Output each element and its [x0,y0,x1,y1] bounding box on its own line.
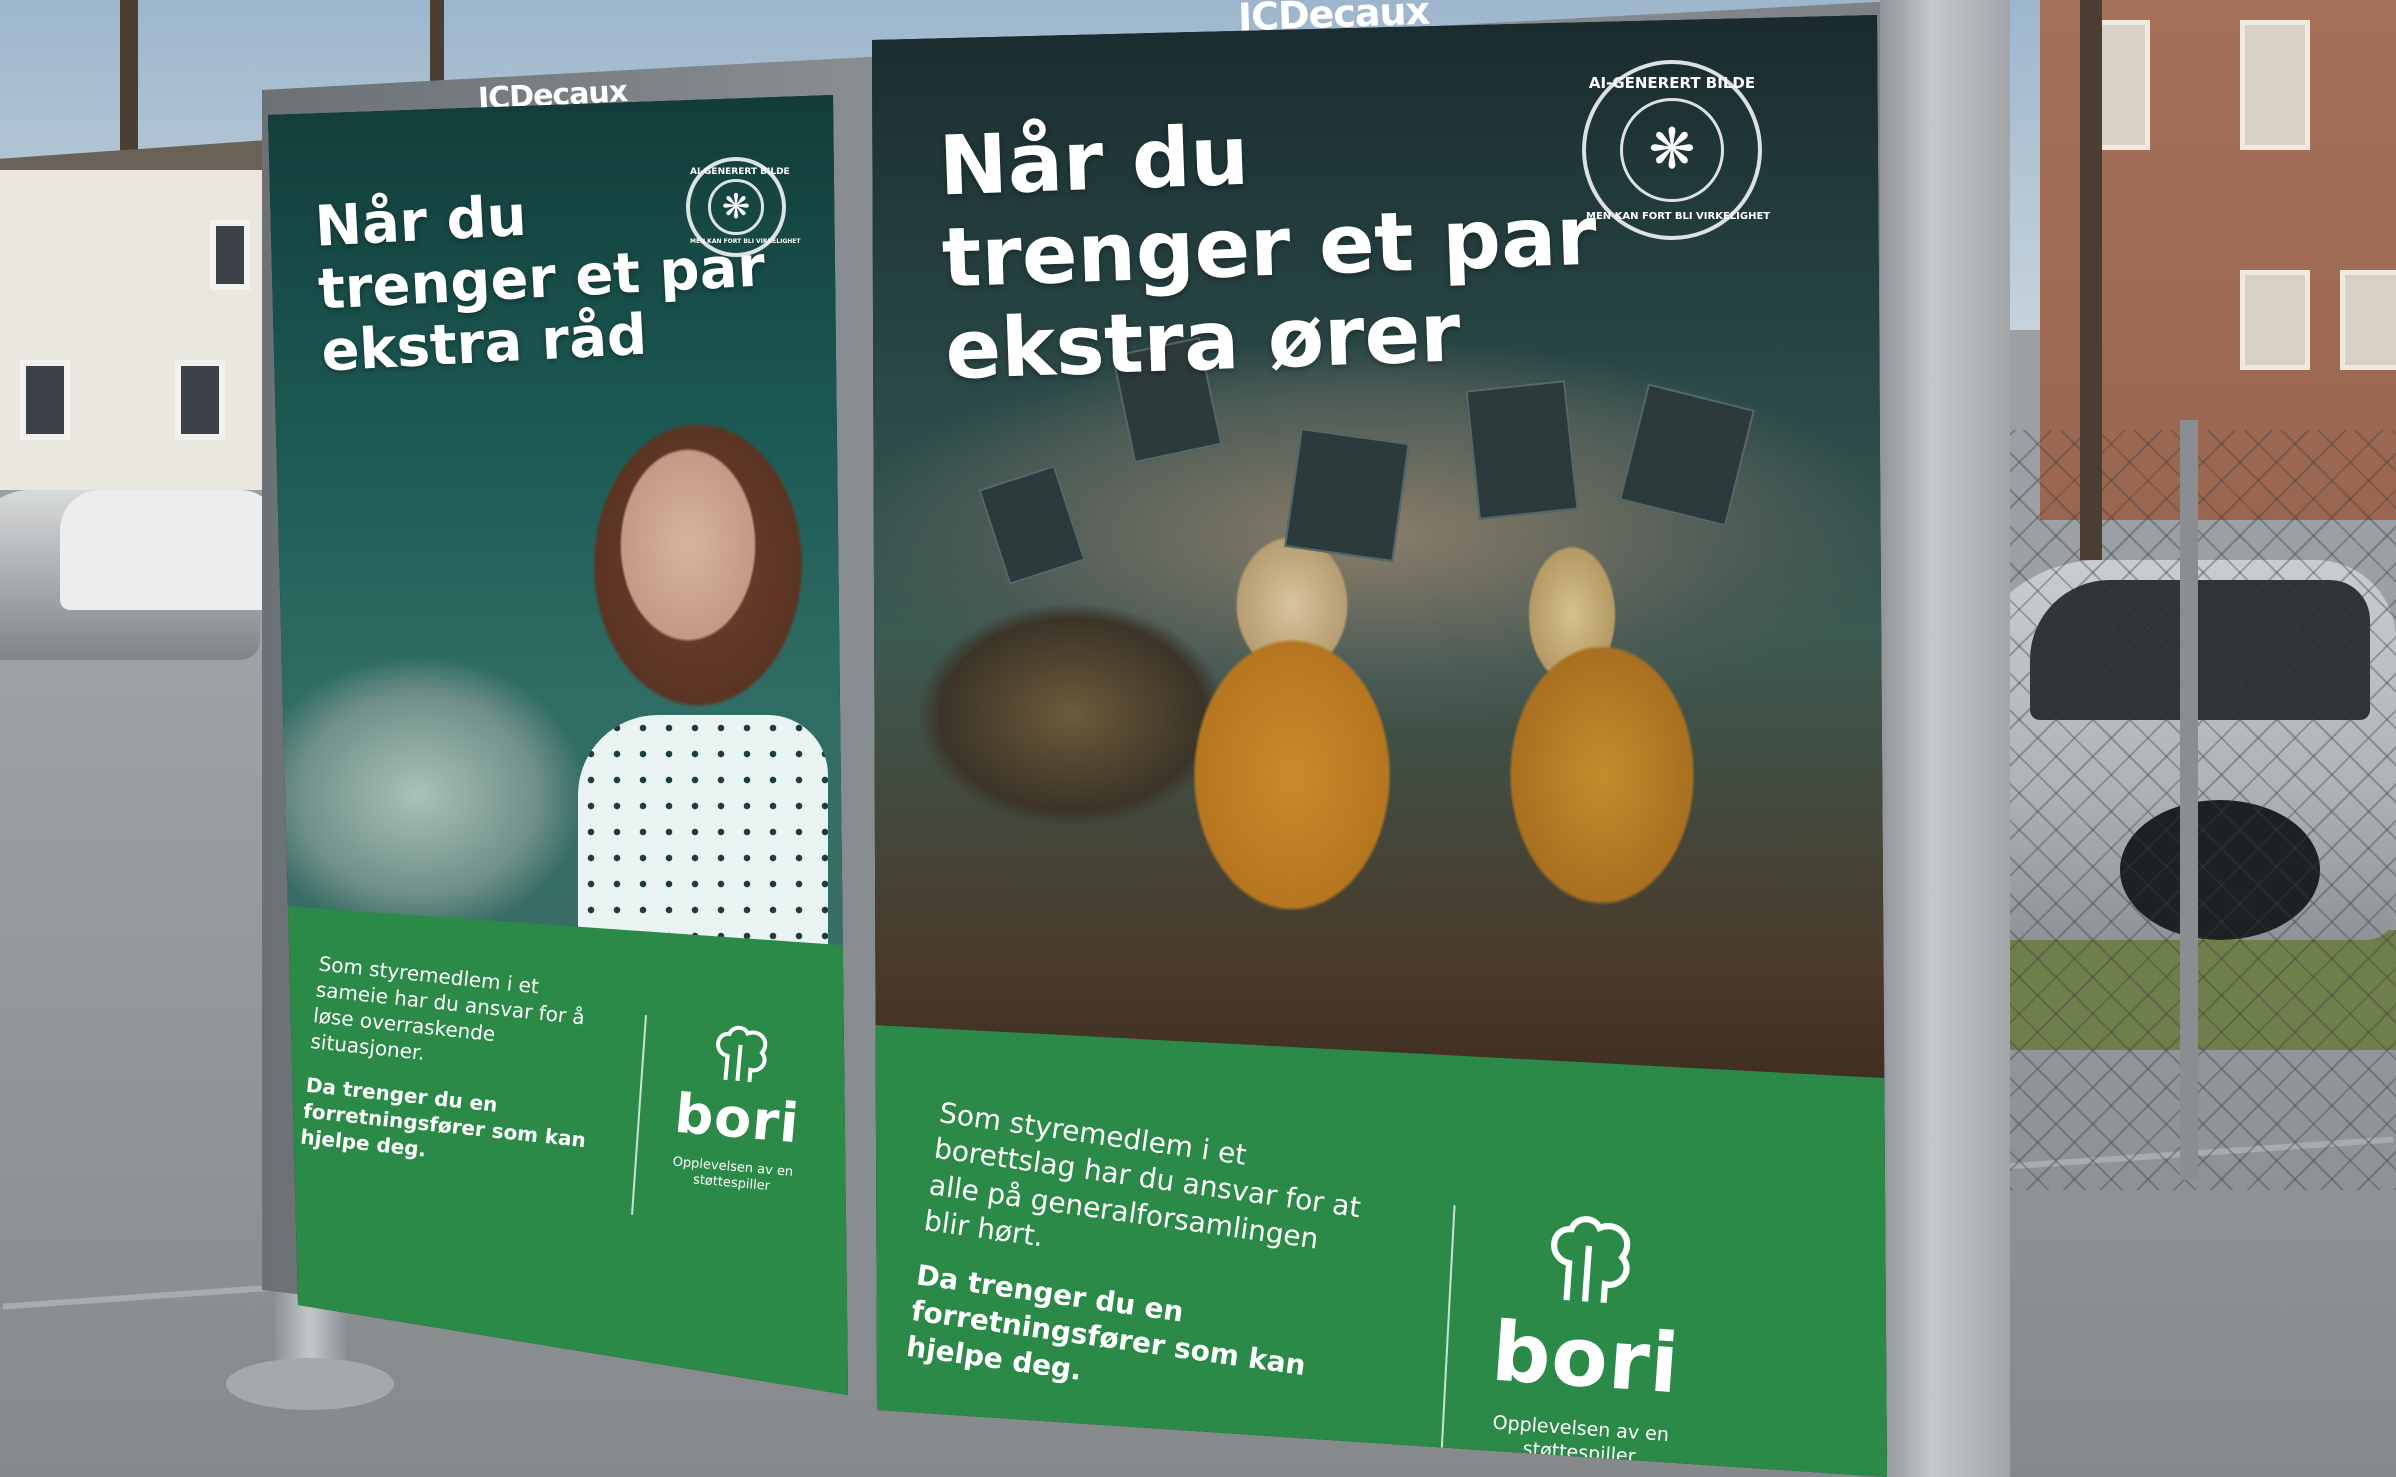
parked-car [60,490,280,610]
raised-paper [1284,427,1410,563]
building-window [2340,270,2396,370]
seal-top-text: AI-GENERERT BILDE [1588,74,1756,92]
brain-icon: ❋ [1648,117,1696,182]
seal-bottom-text: MEN KAN FORT BLI VIRKELIGHET [690,238,801,245]
bori-tree-logo-icon [1551,1216,1631,1303]
billboard-leg-base [226,1358,394,1410]
raised-paper [978,465,1086,585]
brain-seal-icon: ❋ [708,179,764,235]
raised-paper [1619,383,1755,527]
body-text-strong: Da trenger du en forretningsfører som ka… [299,1072,588,1162]
bori-wordmark: bori [672,1081,803,1156]
poster-right: Når du trenger et par ekstra ører AI-GEN… [872,15,1887,1477]
bori-tree-logo-icon [716,1025,768,1083]
bori-logo: bori Opplevelsen av en støttespiller [1464,1207,1711,1473]
white-house [0,170,270,490]
poster-body-copy: Som styremedlem i et borettslag har du a… [902,1095,1378,1444]
poster-body-copy: Som styremedlem i et sameie har du ansva… [297,950,608,1197]
bori-wordmark: bori [1488,1304,1683,1413]
poster-headline: Når du trenger et par ekstra ører [937,99,1601,398]
bori-logo: bori Opplevelsen av en støttespiller [646,1018,830,1200]
raised-paper [1465,380,1579,520]
metal-pole [1880,0,2010,1477]
fence-post [2180,420,2198,1180]
ai-generated-seal: AI-GENERERT BILDE ❋ MEN KAN FORT BLI VIR… [1582,60,1771,240]
ai-generated-seal: AI-GENERERT BILDE ❋ MEN KAN FORT BLI VIR… [686,157,801,257]
brain-seal-icon: ❋ [1620,98,1724,202]
poster-left: Når du trenger et par ekstra råd AI-GENE… [268,95,848,1395]
house-window [20,360,70,440]
seal-top-text: AI-GENERERT BILDE [690,167,790,177]
building-window [2240,270,2310,370]
house-window [210,220,250,290]
building-window [2240,20,2310,150]
brain-icon: ❋ [721,187,751,227]
house-window [175,360,225,440]
seal-bottom-text: MEN KAN FORT BLI VIRKELIGHET [1586,211,1771,222]
